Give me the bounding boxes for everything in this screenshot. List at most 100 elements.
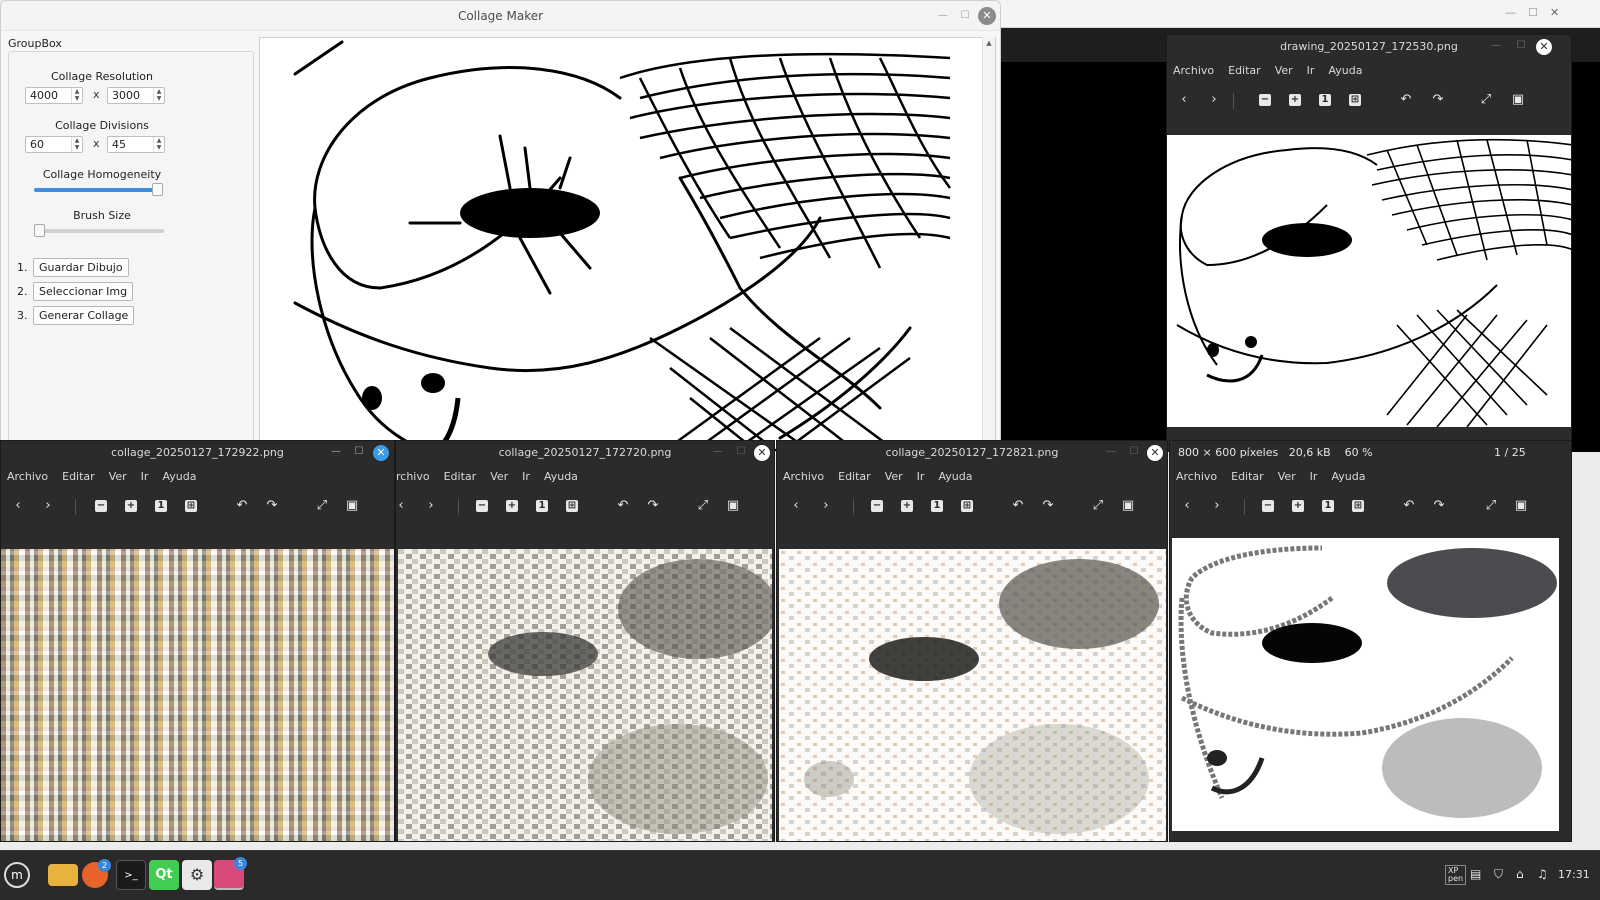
maximize-icon[interactable]: ☐: [1512, 37, 1530, 55]
canvas-scrollbar[interactable]: ▲: [982, 37, 995, 451]
xppen-icon[interactable]: XP pen: [1445, 865, 1467, 885]
generate-collage-button[interactable]: Generar Collage: [33, 306, 135, 325]
rotate-right-icon[interactable]: ↷: [263, 497, 281, 515]
zoom-normal-icon[interactable]: 1: [1322, 500, 1334, 512]
minimize-icon[interactable]: —: [709, 443, 727, 461]
spin-arrows-icon[interactable]: ▲ ▼: [153, 88, 164, 103]
menu-ayuda[interactable]: Ayuda: [544, 470, 578, 483]
slideshow-icon[interactable]: ▣: [1119, 497, 1137, 515]
zoom-in-icon[interactable]: +: [1292, 500, 1304, 512]
close-icon[interactable]: ✕: [1536, 39, 1552, 55]
drawing-canvas[interactable]: [259, 37, 996, 451]
maximize-icon[interactable]: ☐: [1125, 443, 1143, 461]
menu-archivo[interactable]: Archivo: [1176, 470, 1217, 483]
rotate-left-icon[interactable]: ↶: [1400, 497, 1418, 515]
rotate-right-icon[interactable]: ↷: [1429, 91, 1447, 109]
terminal-icon[interactable]: >_: [116, 860, 146, 890]
divisions-cols-input[interactable]: 60 ▲ ▼: [25, 136, 83, 153]
rotate-left-icon[interactable]: ↶: [233, 497, 251, 515]
close-icon[interactable]: ✕: [754, 445, 770, 461]
fullscreen-icon[interactable]: ⤢: [313, 497, 331, 515]
menu-ver[interactable]: Ver: [490, 470, 508, 483]
slideshow-icon[interactable]: ▣: [724, 497, 742, 515]
menu-ver[interactable]: Ver: [1275, 64, 1293, 77]
fullscreen-icon[interactable]: ⤢: [1089, 497, 1107, 515]
rotate-right-icon[interactable]: ↷: [1430, 497, 1448, 515]
zoom-normal-icon[interactable]: 1: [536, 500, 548, 512]
maximize-icon[interactable]: ☐: [956, 7, 974, 25]
shield-icon[interactable]: ⛉: [1494, 867, 1503, 882]
menu-ayuda[interactable]: Ayuda: [1328, 64, 1362, 77]
rotate-left-icon[interactable]: ↶: [1009, 497, 1027, 515]
image-viewer-icon[interactable]: 5: [214, 857, 247, 890]
zoom-out-icon[interactable]: −: [1262, 500, 1274, 512]
maximize-icon[interactable]: ☐: [350, 443, 368, 461]
zoom-in-icon[interactable]: +: [125, 500, 137, 512]
zoom-in-icon[interactable]: +: [901, 500, 913, 512]
close-icon[interactable]: ✕: [1550, 6, 1559, 19]
zoom-normal-icon[interactable]: 1: [931, 500, 943, 512]
menu-ir[interactable]: Ir: [141, 470, 149, 483]
brush-size-slider[interactable]: [34, 224, 164, 237]
menu-ayuda[interactable]: Ayuda: [938, 470, 972, 483]
menu-editar[interactable]: Editar: [62, 470, 95, 483]
menu-archivo[interactable]: Archivo: [1173, 64, 1214, 77]
homogeneity-handle[interactable]: [152, 183, 163, 196]
zoom-fit-icon[interactable]: ⊞: [185, 500, 197, 512]
zoom-fit-icon[interactable]: ⊞: [1352, 500, 1364, 512]
menu-ver[interactable]: Ver: [1278, 470, 1296, 483]
select-image-button[interactable]: Seleccionar Img: [33, 282, 134, 301]
menu-ir[interactable]: Ir: [522, 470, 530, 483]
next-icon[interactable]: ›: [39, 497, 57, 515]
rotate-right-icon[interactable]: ↷: [1039, 497, 1057, 515]
network-icon[interactable]: ⌂: [1516, 867, 1524, 881]
resolution-width-input[interactable]: 4000 ▲ ▼: [25, 87, 83, 104]
close-icon[interactable]: ✕: [1147, 445, 1163, 461]
minimize-icon[interactable]: —: [1102, 443, 1120, 461]
next-icon[interactable]: ›: [422, 497, 440, 515]
rotate-left-icon[interactable]: ↶: [614, 497, 632, 515]
slideshow-icon[interactable]: ▣: [1509, 91, 1527, 109]
rotate-right-icon[interactable]: ↷: [644, 497, 662, 515]
close-icon[interactable]: ✕: [373, 445, 389, 461]
fullscreen-icon[interactable]: ⤢: [1482, 497, 1500, 515]
zoom-out-icon[interactable]: −: [871, 500, 883, 512]
menu-ver[interactable]: Ver: [885, 470, 903, 483]
zoom-in-icon[interactable]: +: [1289, 94, 1301, 106]
menu-editar[interactable]: Editar: [1231, 470, 1264, 483]
minimize-icon[interactable]: —: [934, 7, 952, 25]
zoom-normal-icon[interactable]: 1: [1319, 94, 1331, 106]
menu-editar[interactable]: Editar: [838, 470, 871, 483]
close-icon[interactable]: ✕: [978, 7, 996, 25]
minimize-icon[interactable]: —: [327, 443, 345, 461]
previous-icon[interactable]: ‹: [1175, 91, 1193, 109]
save-drawing-button[interactable]: Guardar Dibujo: [33, 258, 129, 277]
zoom-fit-icon[interactable]: ⊞: [961, 500, 973, 512]
slideshow-icon[interactable]: ▣: [1512, 497, 1530, 515]
homogeneity-slider[interactable]: [34, 183, 163, 196]
zoom-normal-icon[interactable]: 1: [155, 500, 167, 512]
zoom-out-icon[interactable]: −: [476, 500, 488, 512]
maximize-icon[interactable]: ☐: [732, 443, 750, 461]
zoom-out-icon[interactable]: −: [95, 500, 107, 512]
previous-icon[interactable]: ‹: [9, 497, 27, 515]
clock[interactable]: 17:31: [1558, 868, 1590, 881]
menu-ayuda[interactable]: Ayuda: [162, 470, 196, 483]
files-icon[interactable]: [48, 864, 78, 886]
menu-ver[interactable]: Ver: [109, 470, 127, 483]
next-icon[interactable]: ›: [817, 497, 835, 515]
resolution-height-input[interactable]: 3000 ▲ ▼: [107, 87, 165, 104]
qt-creator-icon[interactable]: Qt: [149, 860, 179, 890]
clipboard-icon[interactable]: ▤: [1470, 867, 1481, 881]
zoom-in-icon[interactable]: +: [506, 500, 518, 512]
spin-arrows-icon[interactable]: ▲ ▼: [153, 137, 164, 152]
next-icon[interactable]: ›: [1208, 497, 1226, 515]
zoom-fit-icon[interactable]: ⊞: [1349, 94, 1361, 106]
maximize-icon[interactable]: ☐: [1528, 6, 1538, 19]
sound-icon[interactable]: ♫: [1537, 867, 1548, 881]
previous-icon[interactable]: ‹: [1178, 497, 1196, 515]
menu-ayuda[interactable]: Ayuda: [1331, 470, 1365, 483]
menu-ir[interactable]: Ir: [917, 470, 925, 483]
previous-icon[interactable]: ‹: [787, 497, 805, 515]
zoom-out-icon[interactable]: −: [1259, 94, 1271, 106]
